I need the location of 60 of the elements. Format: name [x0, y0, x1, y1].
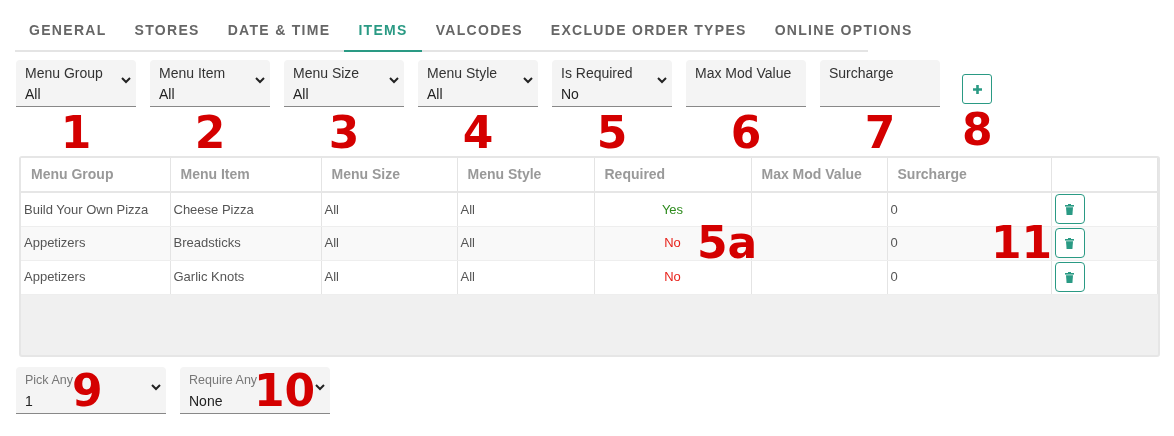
tab[interactable]: EXCLUDE ORDER TYPES [536, 12, 761, 52]
plus-icon [972, 84, 982, 94]
annotation-number: 1 [60, 111, 92, 155]
column-header: Menu Group [21, 158, 170, 192]
select-field[interactable]: Menu Group All [16, 60, 136, 107]
table-cell: All [321, 226, 457, 260]
table-cell: All [321, 192, 457, 226]
table-cell: 0 [887, 260, 1051, 294]
table-cell: Garlic Knots [170, 260, 321, 294]
select-field[interactable]: Menu Style All [418, 60, 538, 107]
chevron-icon [255, 77, 265, 84]
column-header: Surcharge [887, 158, 1051, 192]
tab[interactable]: ONLINE OPTIONS [760, 12, 927, 52]
required-cell: Yes [594, 192, 751, 226]
select-field[interactable]: Is Required No [552, 60, 672, 107]
input-field[interactable]: Max Mod Value [686, 60, 806, 107]
annotation-number: 9 [72, 369, 103, 413]
delete-button[interactable] [1054, 262, 1085, 292]
annotation-number: 5 [596, 111, 628, 155]
add-button[interactable] [962, 74, 993, 104]
annotation-number: 7 [864, 111, 896, 155]
column-header: Max Mod Value [751, 158, 887, 192]
chevron-icon [151, 384, 161, 391]
tab[interactable]: DATE & TIME [213, 12, 345, 52]
chevron-icon [315, 384, 325, 391]
delete-button[interactable] [1054, 228, 1085, 258]
annotation-number: 6 [730, 111, 762, 155]
table-cell: Build Your Own Pizza [21, 192, 170, 226]
select-field[interactable]: Menu Item All [150, 60, 270, 107]
required-cell: No [594, 260, 751, 294]
table-cell: 0 [887, 192, 1051, 226]
input-field[interactable]: Surcharge [820, 60, 940, 107]
trash-icon [1065, 271, 1074, 283]
table-cell: Breadsticks [170, 226, 321, 260]
annotation-number: 2 [194, 111, 226, 155]
chevron-icon [523, 77, 533, 84]
table-cell: All [457, 260, 594, 294]
trash-icon [1065, 203, 1074, 215]
table-cell: All [321, 260, 457, 294]
chevron-icon [121, 77, 131, 84]
tab[interactable]: VALCODES [421, 12, 537, 52]
trash-icon [1065, 237, 1074, 249]
annotation-number: 4 [462, 111, 494, 155]
chevron-icon [657, 77, 667, 84]
delete-button[interactable] [1054, 194, 1085, 225]
column-header: Menu Item [170, 158, 321, 192]
table-cell: Appetizers [21, 226, 170, 260]
tab[interactable]: STORES [120, 12, 214, 52]
table-cell: All [457, 226, 594, 260]
column-header: Menu Size [321, 158, 457, 192]
select-field[interactable]: Menu Size All [284, 60, 404, 107]
table-cell: Appetizers [21, 260, 170, 294]
table-cell: All [457, 192, 594, 226]
table-cell: Cheese Pizza [170, 192, 321, 226]
annotation-number: 3 [328, 111, 360, 155]
column-header: Menu Style [457, 158, 594, 192]
column-header: Required [594, 158, 751, 192]
tab[interactable]: GENERAL [15, 12, 121, 52]
annotation-number: 8 [962, 108, 993, 152]
chevron-icon [389, 77, 399, 84]
